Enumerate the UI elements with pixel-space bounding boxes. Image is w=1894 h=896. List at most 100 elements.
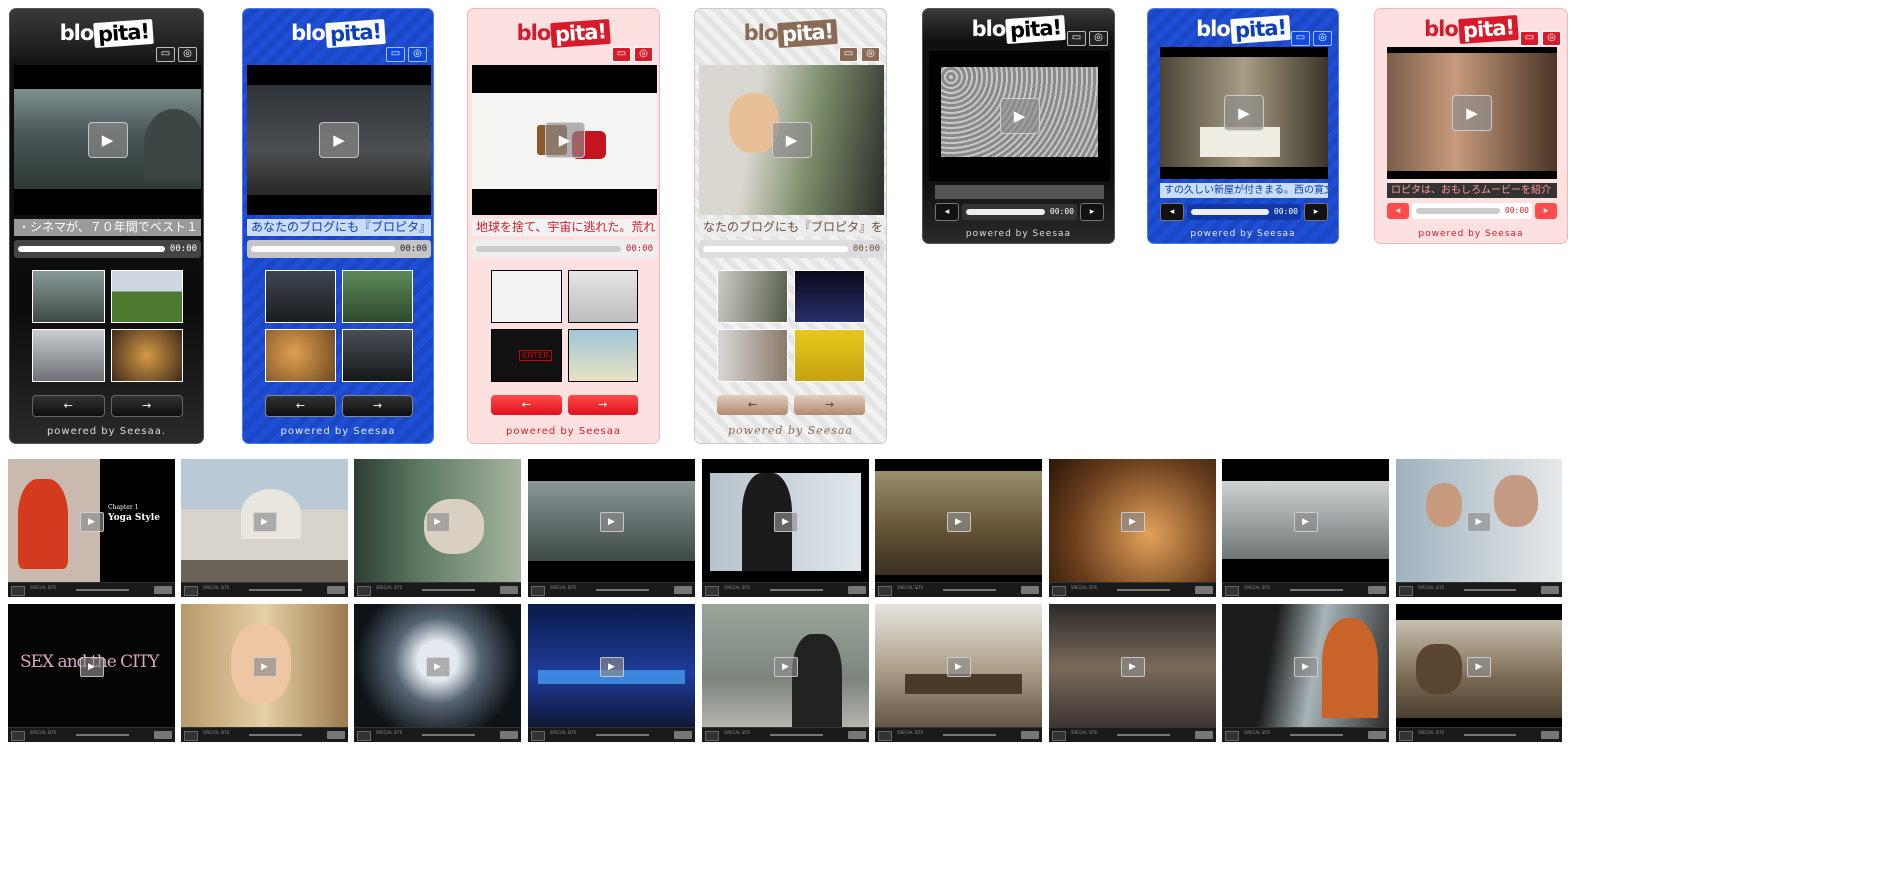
seek-bar[interactable] xyxy=(422,589,475,591)
seek-bar[interactable] xyxy=(596,734,649,736)
prev-button[interactable]: ← xyxy=(32,395,105,417)
prev-button[interactable]: ← xyxy=(265,395,336,417)
seek-bar[interactable]: 00:00 xyxy=(247,240,431,258)
seek-bar[interactable] xyxy=(1290,589,1343,591)
play-button[interactable] xyxy=(1052,586,1066,596)
play-icon[interactable]: ▶ xyxy=(946,512,971,532)
play-icon[interactable]: ▶ xyxy=(319,122,359,158)
minimize-icon[interactable]: ▭ xyxy=(839,47,858,62)
play-icon[interactable]: ▶ xyxy=(1293,512,1318,532)
play-icon[interactable]: ▶ xyxy=(946,657,971,677)
play-icon[interactable]: ▶ xyxy=(1120,512,1145,532)
minimize-icon[interactable]: ▭ xyxy=(1291,31,1310,46)
play-icon[interactable]: ▶ xyxy=(1467,512,1491,532)
seek-bar[interactable] xyxy=(1117,734,1170,736)
fullscreen-icon[interactable]: ◎ xyxy=(1313,31,1332,46)
video-tile[interactable]: ▶ SPECIAL SITE xyxy=(875,604,1042,742)
play-icon[interactable]: ▶ xyxy=(599,657,624,677)
video-tile[interactable]: ▶ SPECIAL SITE xyxy=(181,459,348,597)
play-button[interactable] xyxy=(1052,731,1066,741)
seek-bar[interactable] xyxy=(596,589,649,591)
prev-button[interactable]: ◂ xyxy=(935,203,959,221)
video-tile[interactable]: ▶ SPECIAL SITE xyxy=(702,604,869,742)
play-icon[interactable]: ▶ xyxy=(79,512,104,532)
thumbnail[interactable] xyxy=(491,270,562,323)
seek-bar[interactable] xyxy=(1290,734,1343,736)
prev-button[interactable]: ← xyxy=(491,395,562,415)
video-tile[interactable]: ▶ SPECIAL SITE xyxy=(354,604,521,742)
seek-bar[interactable]: 00:00 xyxy=(962,204,1077,220)
seek-bar[interactable] xyxy=(1464,734,1516,736)
minimize-icon[interactable]: ▭ xyxy=(386,47,405,62)
prev-button[interactable]: ◂ xyxy=(1160,203,1184,221)
fullscreen-icon[interactable]: ◎ xyxy=(634,47,653,62)
video-tile[interactable]: ▶ SPECIAL SITE xyxy=(181,604,348,742)
play-icon[interactable]: ▶ xyxy=(425,512,450,532)
fullscreen-icon[interactable]: ◎ xyxy=(1089,31,1108,46)
play-button[interactable] xyxy=(1399,586,1413,596)
thumbnail[interactable] xyxy=(110,329,183,382)
thumbnail[interactable] xyxy=(342,329,413,382)
seek-bar[interactable] xyxy=(943,734,996,736)
fullscreen-icon[interactable]: ◎ xyxy=(861,47,880,62)
play-button[interactable] xyxy=(1399,731,1413,741)
thumbnail[interactable]: ENTER xyxy=(491,329,562,382)
thumbnail[interactable] xyxy=(794,329,865,382)
seek-bar[interactable]: 00:00 xyxy=(1187,204,1301,220)
video-tile[interactable]: ▶ SPECIAL SITE xyxy=(1049,604,1216,742)
seek-bar[interactable] xyxy=(1117,589,1170,591)
seek-bar[interactable] xyxy=(1464,589,1516,591)
play-icon[interactable]: ▶ xyxy=(1293,657,1318,677)
video-tile[interactable]: ▶ SPECIAL SITE xyxy=(1222,459,1389,597)
thumbnail[interactable] xyxy=(567,270,638,323)
video-player[interactable]: ▶ xyxy=(14,65,201,215)
video-tile[interactable]: ▶ SPECIAL SITE xyxy=(1222,604,1389,742)
thumbnail[interactable] xyxy=(342,270,413,323)
video-player[interactable]: ▶ xyxy=(929,51,1110,181)
play-button[interactable] xyxy=(357,586,371,596)
seek-bar[interactable]: 00:00 xyxy=(14,240,201,258)
play-icon[interactable]: ▶ xyxy=(771,122,812,158)
thumbnail[interactable] xyxy=(265,270,336,323)
play-button[interactable] xyxy=(531,586,545,596)
seek-bar[interactable]: 00:00 xyxy=(472,240,657,258)
play-icon[interactable]: ▶ xyxy=(425,657,450,677)
play-icon[interactable]: ▶ xyxy=(999,98,1040,134)
play-button[interactable] xyxy=(705,731,719,741)
play-icon[interactable]: ▶ xyxy=(252,657,277,677)
play-button[interactable] xyxy=(1225,731,1239,741)
play-icon[interactable]: ▶ xyxy=(544,122,585,158)
minimize-icon[interactable]: ▭ xyxy=(156,47,175,62)
play-icon[interactable]: ▶ xyxy=(252,512,277,532)
play-button[interactable] xyxy=(878,586,892,596)
play-icon[interactable]: ▶ xyxy=(599,512,624,532)
seek-bar[interactable] xyxy=(943,589,996,591)
play-icon[interactable]: ▶ xyxy=(1224,95,1264,131)
minimize-icon[interactable]: ▭ xyxy=(1067,31,1086,46)
play-button[interactable] xyxy=(184,586,198,596)
fullscreen-icon[interactable]: ◎ xyxy=(1542,31,1561,46)
next-button[interactable]: ▸ xyxy=(1080,203,1104,221)
thumbnail[interactable] xyxy=(265,329,336,382)
thumbnail[interactable] xyxy=(32,270,105,323)
thumbnail[interactable] xyxy=(110,270,183,323)
play-button[interactable] xyxy=(705,586,719,596)
video-player[interactable]: ▶ xyxy=(472,65,657,215)
play-icon[interactable]: ▶ xyxy=(773,657,798,677)
seek-bar[interactable]: 00:00 xyxy=(699,240,884,258)
play-icon[interactable]: ▶ xyxy=(79,657,104,677)
thumbnail[interactable] xyxy=(794,270,865,323)
seek-bar[interactable]: 00:00 xyxy=(1412,203,1532,219)
next-button[interactable]: ▸ xyxy=(1535,203,1557,219)
prev-button[interactable]: ◂ xyxy=(1387,203,1409,219)
thumbnail[interactable] xyxy=(717,329,788,382)
play-button[interactable] xyxy=(184,731,198,741)
seek-bar[interactable] xyxy=(422,734,475,736)
play-icon[interactable]: ▶ xyxy=(1467,657,1491,677)
play-button[interactable] xyxy=(1225,586,1239,596)
seek-bar[interactable] xyxy=(770,589,823,591)
next-button[interactable]: ▸ xyxy=(1304,203,1328,221)
seek-bar[interactable] xyxy=(249,589,302,591)
seek-bar[interactable] xyxy=(770,734,823,736)
fullscreen-icon[interactable]: ◎ xyxy=(178,47,197,62)
